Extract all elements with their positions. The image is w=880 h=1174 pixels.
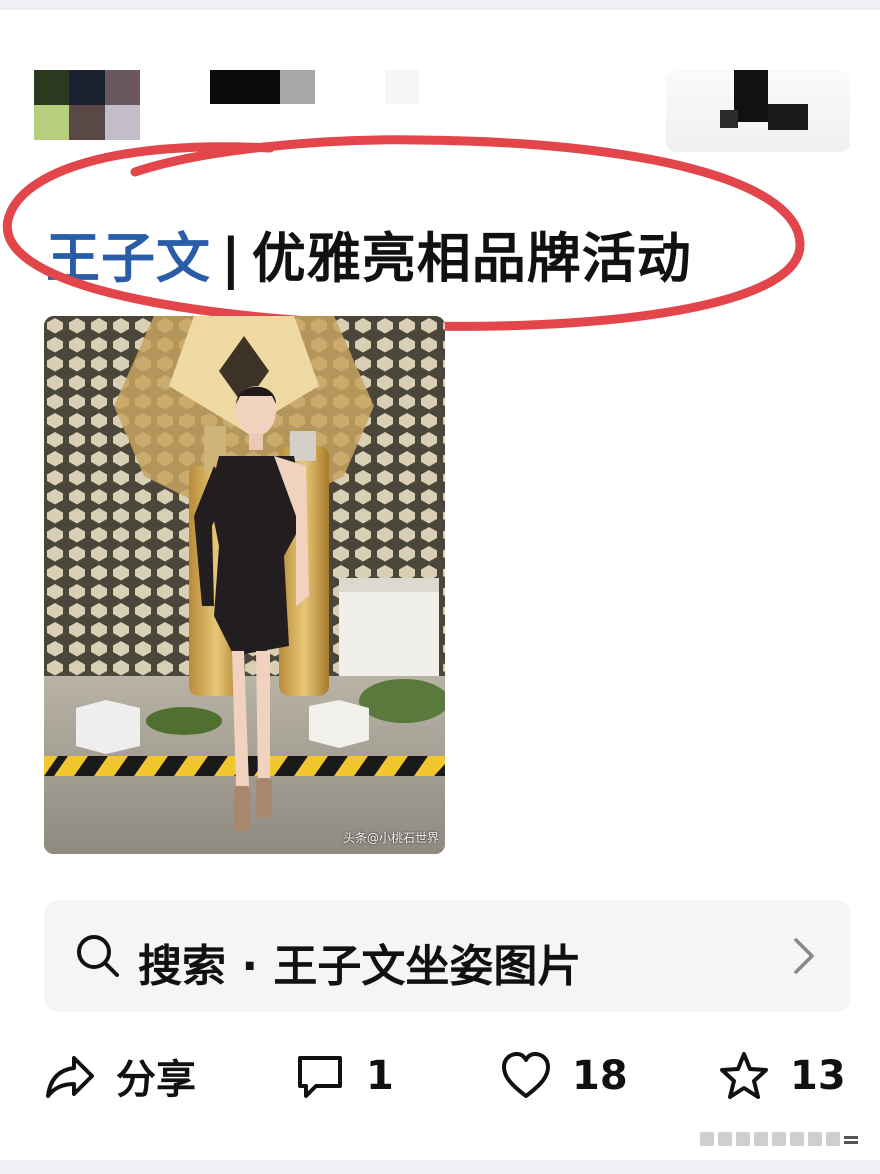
comment-button[interactable]: 1: [294, 1048, 394, 1104]
title-separator: |: [221, 227, 242, 290]
photo-watermark: 头条@小桃石世界: [342, 831, 439, 845]
search-suggestion-text[interactable]: 搜索 · 王子文坐姿图片: [138, 930, 581, 994]
home-indicator-bars: [700, 1132, 858, 1146]
search-dot: ·: [241, 941, 259, 992]
follow-button-mosaic: [734, 70, 768, 122]
post-photo[interactable]: 头条@小桃石世界: [44, 316, 445, 854]
author-name[interactable]: [210, 70, 419, 104]
avatar[interactable]: [34, 70, 140, 140]
favorite-button[interactable]: 13: [718, 1048, 846, 1104]
share-label: 分享: [116, 1057, 196, 1103]
search-prefix: 搜索: [138, 941, 226, 992]
comment-count: 1: [366, 1053, 394, 1099]
favorite-count: 13: [790, 1053, 846, 1099]
share-icon: [46, 1056, 94, 1098]
follow-button-mosaic: [768, 104, 808, 130]
bottom-band: [0, 1160, 880, 1174]
star-icon: [720, 1052, 768, 1099]
share-button[interactable]: 分享: [44, 1048, 196, 1104]
heart-icon: [502, 1052, 550, 1098]
follow-button-mosaic: [720, 110, 738, 128]
topic-tag[interactable]: 王子文: [46, 227, 211, 290]
chevron-right-icon: [794, 938, 814, 974]
like-button[interactable]: 18: [500, 1048, 628, 1104]
search-icon: [77, 935, 119, 977]
comment-icon: [298, 1056, 342, 1098]
post-title: 王子文 | 优雅亮相品牌活动: [46, 214, 692, 293]
like-count: 18: [572, 1053, 628, 1099]
top-band: [0, 0, 880, 10]
search-query: 王子文坐姿图片: [273, 941, 582, 992]
title-text: 优雅亮相品牌活动: [251, 227, 692, 290]
